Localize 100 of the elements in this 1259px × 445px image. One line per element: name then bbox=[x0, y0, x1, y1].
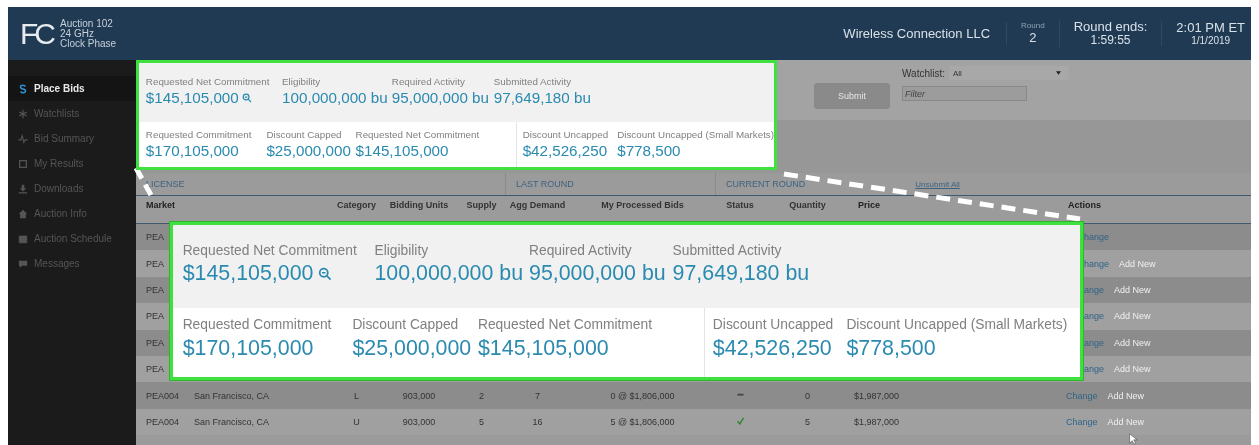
stat-value: $42,526,250 bbox=[712, 335, 832, 361]
stat-label: Requested Commitment bbox=[182, 317, 333, 333]
stat-value: $42,526,250 bbox=[522, 142, 608, 160]
add-new-link[interactable]: Add New bbox=[1107, 390, 1145, 401]
round-number: 2 bbox=[1029, 30, 1037, 46]
home-icon bbox=[18, 208, 28, 219]
stat-value: $145,105,000 bbox=[145, 89, 239, 107]
change-link[interactable]: ange bbox=[1084, 364, 1105, 375]
stat-label: Requested Net Commitment bbox=[355, 128, 481, 140]
caret-icon bbox=[1055, 71, 1061, 75]
stat-value: 100,000,000 bu bbox=[282, 89, 388, 107]
auction-title: Clock Phase bbox=[60, 38, 117, 49]
box-icon bbox=[18, 158, 28, 169]
change-link[interactable]: ange bbox=[1084, 311, 1105, 322]
change-link[interactable]: hange bbox=[1084, 258, 1110, 269]
add-new-link[interactable]: Add New bbox=[1114, 311, 1151, 322]
sidebar-item[interactable]: My Results bbox=[8, 151, 136, 176]
asterisk-icon bbox=[18, 108, 28, 119]
table-cell: 16 bbox=[532, 416, 543, 427]
stat-value: $145,105,000 bbox=[477, 335, 609, 361]
table-cell: 903,000 bbox=[402, 390, 436, 401]
auction-title: 24 GHz bbox=[60, 28, 95, 39]
column-header: Status bbox=[726, 200, 754, 210]
table-cell: PEA bbox=[146, 364, 164, 375]
stat-value: 100,000,000 bu bbox=[374, 261, 524, 287]
fcc-logo: FC bbox=[20, 16, 52, 51]
stat-label: Discount Uncapped bbox=[712, 317, 835, 333]
auction-title: Auction 102 bbox=[60, 18, 114, 29]
zoom-icon[interactable] bbox=[241, 92, 252, 103]
stat-label: Discount Uncapped bbox=[522, 128, 610, 140]
watchlist-label: Watchlist: bbox=[902, 67, 945, 79]
stat-label: Discount Uncapped (Small Markets) bbox=[846, 317, 1069, 333]
column-header: Agg Demand bbox=[509, 200, 566, 210]
chat-icon bbox=[18, 258, 28, 269]
stat-value: $170,105,000 bbox=[182, 335, 314, 361]
column-header: Price bbox=[858, 200, 881, 210]
table-cell: $1,987,000 bbox=[854, 390, 900, 401]
table-cell: 903,000 bbox=[402, 416, 436, 427]
table-cell: L bbox=[354, 390, 359, 401]
table-cell: 2 bbox=[479, 390, 484, 401]
table-cell: U bbox=[353, 416, 360, 427]
table-cell: $1,987,000 bbox=[854, 416, 900, 427]
column-header: Actions bbox=[1068, 200, 1101, 210]
change-link[interactable]: ange bbox=[1084, 284, 1105, 295]
column-header: Bidding Units bbox=[389, 200, 449, 210]
column-group-header: LAST ROUND bbox=[505, 173, 715, 195]
pulse-icon bbox=[18, 133, 28, 144]
add-new-link[interactable]: Add New bbox=[1114, 337, 1151, 348]
stat-value: $778,500 bbox=[846, 335, 936, 361]
round-label: Round bbox=[1021, 21, 1045, 31]
stat-label: Required Activity bbox=[391, 75, 466, 87]
stat-label: Discount Capped bbox=[266, 128, 343, 140]
table-cell: PEA bbox=[146, 284, 164, 295]
zoom-icon[interactable] bbox=[317, 266, 332, 281]
column-header: Supply bbox=[466, 200, 497, 210]
stat-label: Eligibility bbox=[282, 75, 322, 87]
bidder-name: Wireless Connection LLC bbox=[843, 26, 992, 41]
stat-value: $145,105,000 bbox=[355, 142, 449, 160]
column-header: Category bbox=[337, 200, 376, 210]
stat-label: Discount Uncapped (Small Markets) bbox=[617, 128, 775, 140]
watchlist-dropdown[interactable]: All bbox=[948, 66, 1069, 80]
sidebar-item[interactable]: Messages bbox=[8, 251, 136, 276]
add-new-link[interactable]: Add New bbox=[1107, 416, 1145, 427]
column-header: My Processed Bids bbox=[601, 200, 684, 210]
stat-label: Requested Net Commitment bbox=[182, 242, 358, 258]
change-link[interactable]: hange bbox=[1084, 232, 1110, 243]
change-link[interactable]: Change bbox=[1066, 416, 1098, 427]
current-time: 2:01 PM ET bbox=[1176, 20, 1245, 36]
mouse-cursor-icon bbox=[1128, 433, 1138, 445]
stat-label: Submitted Activity bbox=[493, 75, 573, 87]
stat-value: 97,649,180 bu bbox=[493, 89, 591, 107]
stat-label: Eligibility bbox=[374, 242, 430, 258]
column-header: Quantity bbox=[789, 200, 826, 210]
stat-label: Requested Net Commitment bbox=[145, 75, 271, 87]
filter-field[interactable]: Filter bbox=[902, 86, 1027, 101]
dollar-icon bbox=[18, 83, 28, 94]
sidebar-item[interactable]: Place Bids bbox=[8, 76, 136, 101]
table-cell: PEA bbox=[146, 258, 164, 269]
table-cell: PEA004 bbox=[146, 416, 180, 427]
sidebar-item[interactable]: Watchlists bbox=[8, 101, 136, 126]
stat-label: Requested Net Commitment bbox=[477, 317, 654, 333]
table-cell: 5 bbox=[479, 416, 484, 427]
calendar-icon bbox=[18, 233, 28, 244]
stat-value: $145,105,000 bbox=[182, 261, 314, 287]
change-link[interactable]: Change bbox=[1066, 390, 1098, 401]
add-new-link[interactable]: Add New bbox=[1114, 284, 1151, 295]
change-link[interactable]: ange bbox=[1084, 337, 1105, 348]
table-cell: 0 @ $1,806,000 bbox=[610, 390, 675, 401]
table-cell: PEA bbox=[146, 337, 164, 348]
add-new-link[interactable]: Add New bbox=[1119, 258, 1156, 269]
unsubmit-all-link[interactable]: Unsubmit All bbox=[915, 179, 960, 189]
table-cell: 5 @ $1,806,000 bbox=[610, 416, 675, 427]
stat-label: Submitted Activity bbox=[672, 242, 783, 258]
add-new-link[interactable]: Add New bbox=[1114, 364, 1151, 375]
stat-value: 95,000,000 bu bbox=[391, 89, 489, 107]
stat-value: $25,000,000 bbox=[352, 335, 472, 361]
stat-value: 97,649,180 bu bbox=[672, 261, 810, 287]
table-cell: 7 bbox=[535, 390, 540, 401]
table-cell: PEA bbox=[146, 311, 164, 322]
stat-value: $170,105,000 bbox=[145, 142, 239, 160]
